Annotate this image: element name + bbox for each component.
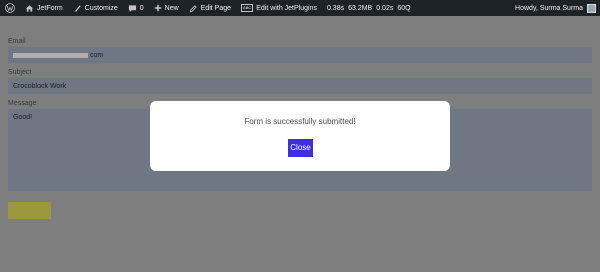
- edit-page-link[interactable]: Edit Page: [184, 0, 236, 16]
- success-message: Form is successfully submitted!: [244, 117, 356, 126]
- subject-field[interactable]: Crocoblock Work: [8, 78, 592, 94]
- wordpress-logo-icon[interactable]: [0, 0, 20, 16]
- admin-bar: JetForm Customize 0 New Edit Page ABC Ed…: [0, 0, 600, 16]
- edit-page-label: Edit Page: [200, 4, 232, 12]
- query-monitor-stats[interactable]: 0.38s 63.2MB 0.02s 60Q: [322, 0, 420, 16]
- qm-memory: 63.2MB: [348, 4, 373, 12]
- success-modal: Form is successfully submitted! Close: [150, 101, 450, 171]
- qm-db-time: 0.02s: [376, 4, 394, 12]
- email-value-suffix: com: [90, 51, 104, 59]
- brush-icon: [73, 4, 82, 13]
- plus-icon: [154, 4, 162, 12]
- comment-icon: [128, 4, 137, 13]
- comments-link[interactable]: 0: [123, 0, 149, 16]
- jetplugins-link[interactable]: ABC Edit with JetPlugins: [236, 0, 322, 16]
- new-label: New: [164, 4, 179, 12]
- site-name-label: JetForm: [37, 4, 63, 12]
- email-redacted: [13, 52, 88, 58]
- comments-count: 0: [139, 4, 144, 12]
- customize-link[interactable]: Customize: [68, 0, 123, 16]
- jetplugins-icon: ABC: [241, 4, 254, 12]
- message-value: Good!: [13, 114, 33, 121]
- home-icon: [25, 4, 34, 13]
- customize-label: Customize: [84, 4, 118, 12]
- email-field[interactable]: com: [8, 47, 592, 63]
- subject-value: Crocoblock Work: [13, 82, 67, 90]
- jetplugins-label: Edit with JetPlugins: [256, 4, 317, 12]
- qm-time: 0.38s: [326, 4, 345, 12]
- qm-queries: 60Q: [397, 4, 411, 12]
- pencil-icon: [189, 4, 198, 13]
- subject-label: Subject: [8, 69, 32, 76]
- my-account-link[interactable]: Howdy, Surma Surma: [510, 0, 600, 16]
- close-button[interactable]: Close: [288, 139, 313, 157]
- site-name-link[interactable]: JetForm: [20, 0, 68, 16]
- email-label: Email: [8, 38, 26, 45]
- new-content-link[interactable]: New: [149, 0, 184, 16]
- submit-button[interactable]: [8, 202, 51, 219]
- greeting-label: Howdy, Surma Surma: [515, 4, 583, 12]
- avatar: [587, 3, 596, 13]
